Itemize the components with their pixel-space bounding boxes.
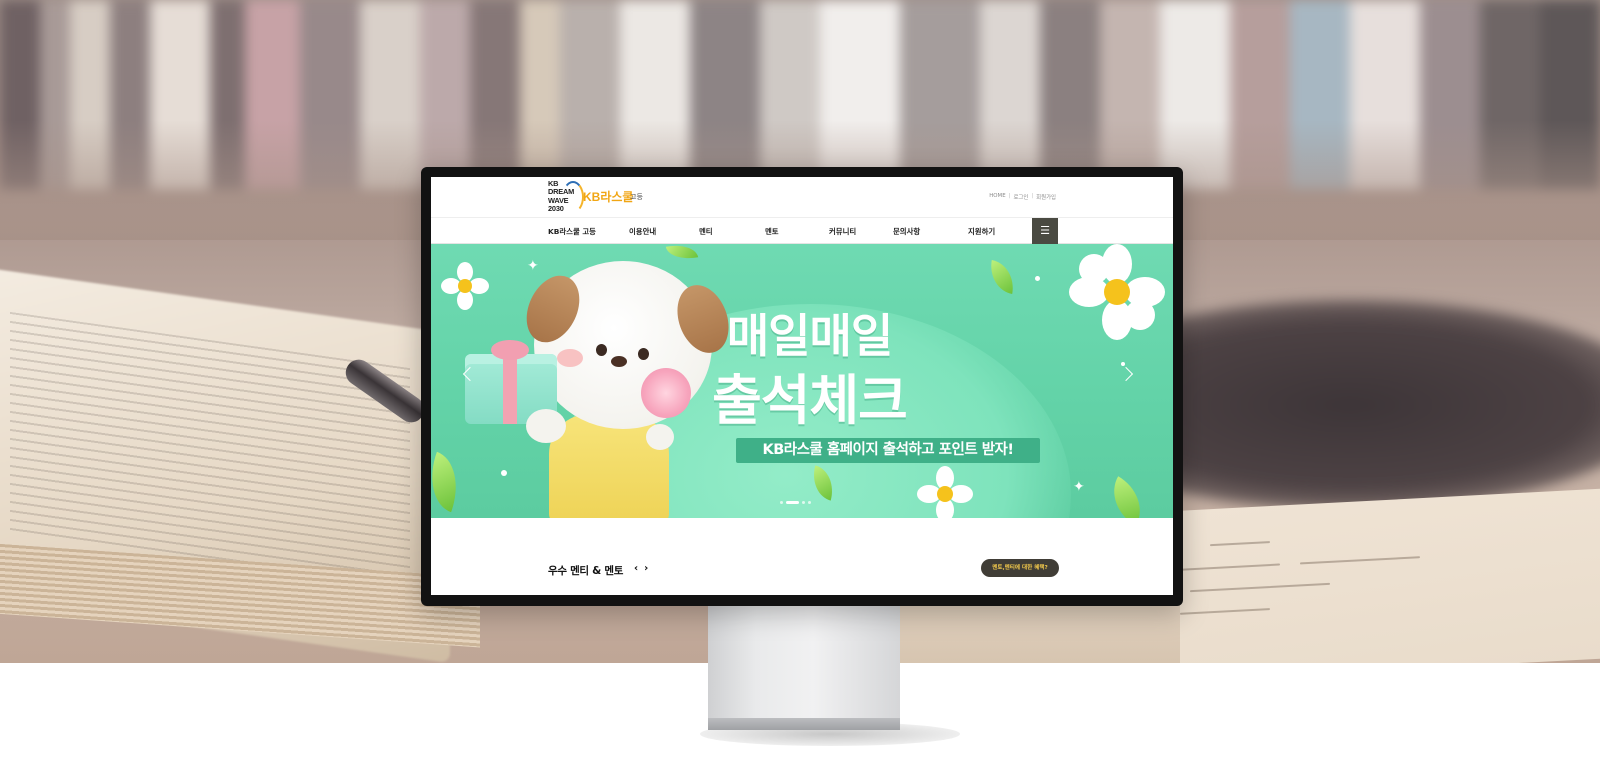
nav-item-mentee[interactable]: 멘티 <box>699 226 713 237</box>
leaf-icon <box>665 244 699 263</box>
hero-banner[interactable]: ✦ ✦ 매일매일 출석체크 KB라스쿨 홈페이지 출석하고 포인트 받자! <box>431 244 1173 518</box>
nav-item-apply[interactable]: 지원하기 <box>968 226 995 237</box>
banner-subtitle-pill: KB라스쿨 홈페이지 출석하고 포인트 받자! <box>736 438 1040 463</box>
nav-item-kb-lasschool[interactable]: KB라스쿨 고등 <box>548 226 596 237</box>
signup-link[interactable]: 회원가입 <box>1036 193 1056 201</box>
nav-item-inquiry[interactable]: 문의사항 <box>893 226 920 237</box>
sparkle-icon: ✦ <box>527 258 539 274</box>
separator: | <box>1008 193 1011 199</box>
leaf-icon <box>986 259 1018 295</box>
chevron-left-icon[interactable]: ‹ <box>634 563 638 574</box>
site-header: KB DREAM WAVE 2030 KB라스쿨 고등 HOME | 로그인 |… <box>431 177 1173 217</box>
hamburger-icon: ☰ <box>1040 224 1050 237</box>
nav-item-community[interactable]: 커뮤니티 <box>829 226 856 237</box>
separator: | <box>1031 193 1034 199</box>
utility-links: HOME | 로그인 | 회원가입 <box>989 193 1056 201</box>
slider-dot[interactable] <box>802 501 805 504</box>
chevron-right-icon[interactable]: › <box>644 563 648 574</box>
hamburger-menu-button[interactable]: ☰ <box>1032 218 1058 245</box>
daisy-icon <box>917 466 973 518</box>
slider-dot[interactable] <box>780 501 783 504</box>
section-carousel-nav: ‹ › <box>634 563 648 574</box>
speck <box>1035 276 1040 281</box>
login-link[interactable]: 로그인 <box>1013 193 1028 201</box>
monitor-screen: KB DREAM WAVE 2030 KB라스쿨 고등 HOME | 로그인 |… <box>431 177 1173 595</box>
nav-item-mentor[interactable]: 멘토 <box>765 226 779 237</box>
site-logo-sub: 고등 <box>630 193 643 201</box>
slider-pagination <box>780 501 811 504</box>
monitor-stand <box>708 605 900 730</box>
leaf-icon <box>431 451 469 513</box>
nav-item-guide[interactable]: 이용안내 <box>629 226 656 237</box>
kb-dream-wave-logo[interactable]: KB DREAM WAVE 2030 <box>548 179 584 215</box>
banner-title-line2: 출석체크 <box>712 369 908 432</box>
featured-section: 우수 멘티 & 멘토 ‹ › 멘토,멘티에 대한 혜택? <box>431 518 1173 595</box>
notebook-right <box>1150 487 1600 663</box>
main-navigation: KB라스쿨 고등 이용안내 멘티 멘토 커뮤니티 문의사항 지원하기 ☰ <box>431 217 1173 245</box>
slider-dot-active[interactable] <box>786 501 799 504</box>
slider-dot[interactable] <box>808 501 811 504</box>
section-title: 우수 멘티 & 멘토 <box>548 565 624 577</box>
mentor-benefit-button[interactable]: 멘토,멘티에 대한 혜택? <box>981 559 1059 577</box>
sparkle-icon: ✦ <box>1073 479 1085 495</box>
home-link[interactable]: HOME <box>989 193 1005 201</box>
site-logo-name[interactable]: KB라스쿨 <box>583 188 633 205</box>
speck <box>501 470 507 476</box>
logo-arc-icon <box>562 181 584 213</box>
leaf-icon <box>1101 476 1153 518</box>
